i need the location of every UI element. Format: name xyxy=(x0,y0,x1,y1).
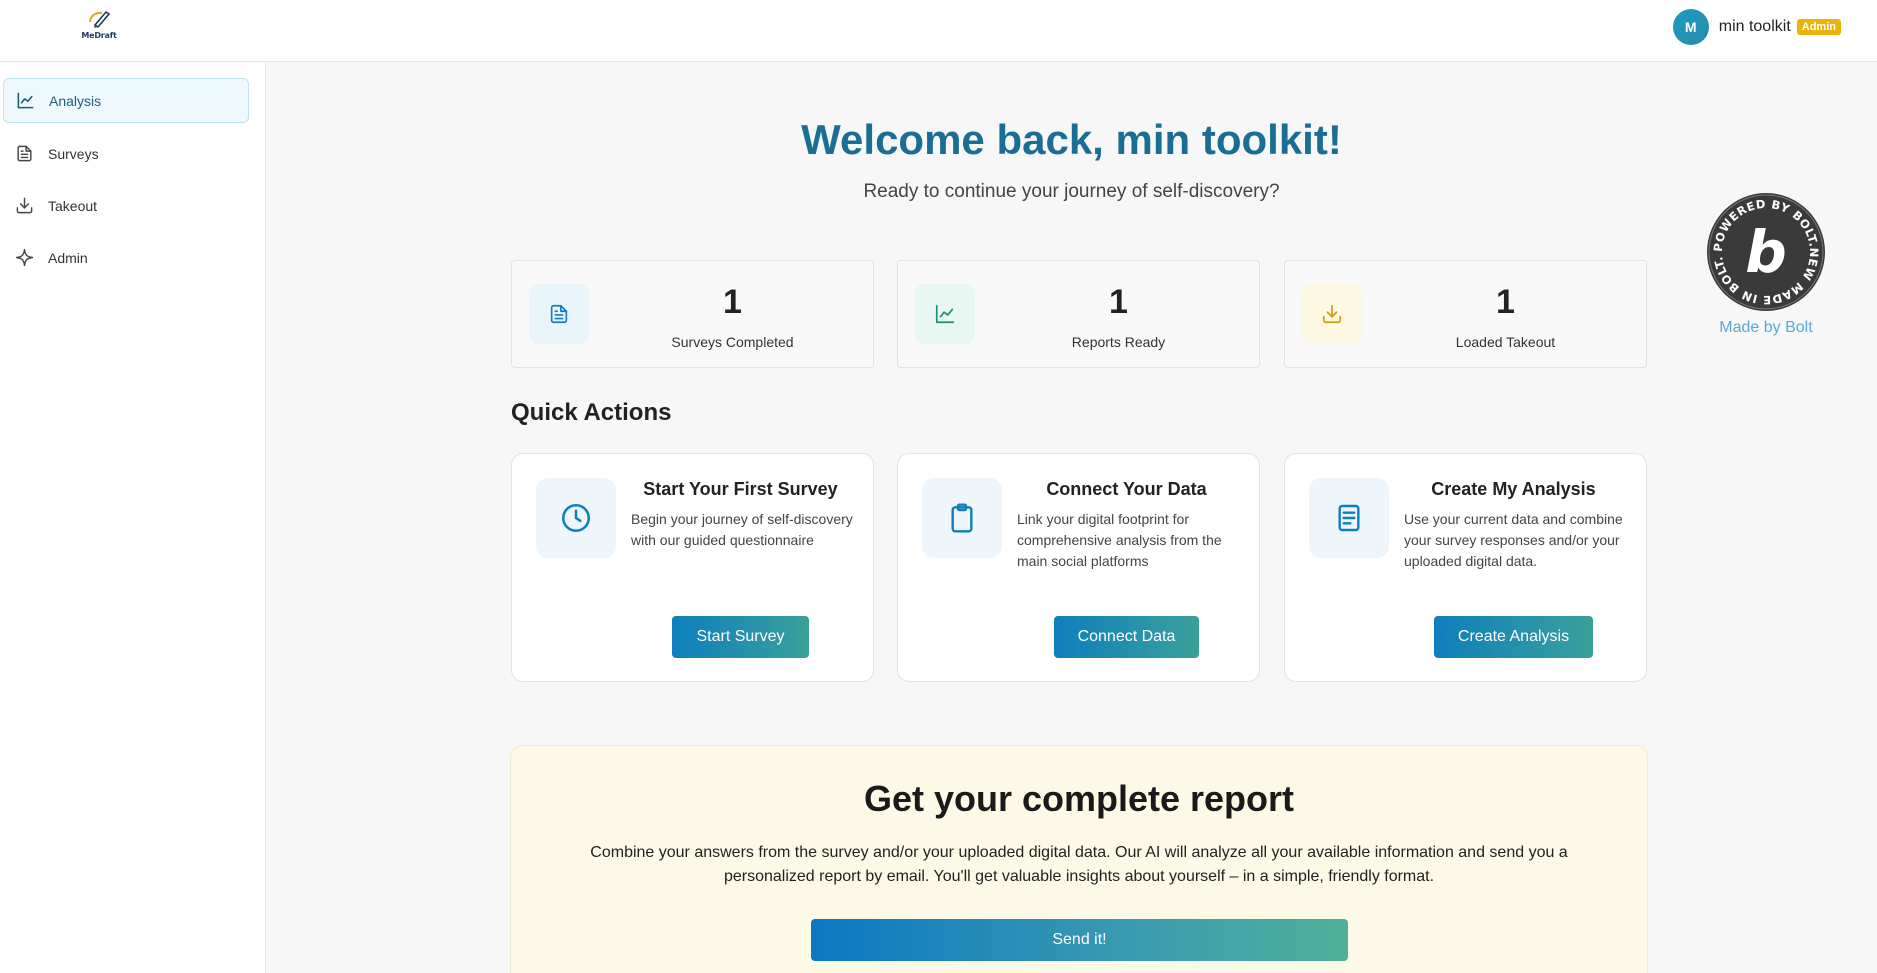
stat-card-surveys: 1 Surveys Completed xyxy=(511,260,874,368)
report-section: Get your complete report Combine your an… xyxy=(510,745,1648,973)
document-icon xyxy=(550,304,568,324)
qa-icon-container xyxy=(922,478,1002,558)
qa-description: Use your current data and combine your s… xyxy=(1404,511,1623,569)
qa-icon-container xyxy=(1309,478,1389,558)
report-title: Get your complete report xyxy=(863,778,1295,819)
stat-icon-container xyxy=(915,284,975,344)
sidebar-item-label: Analysis xyxy=(49,92,102,109)
sidebar-item-label: Surveys xyxy=(48,145,99,162)
sidebar-item-surveys[interactable]: Surveys xyxy=(3,131,249,176)
app-logo[interactable]: MeDraft xyxy=(80,8,118,44)
create-analysis-button[interactable]: Create Analysis xyxy=(1434,616,1593,658)
chart-line-icon xyxy=(17,92,34,109)
avatar[interactable]: M xyxy=(1672,9,1709,45)
notes-icon xyxy=(1338,504,1360,532)
quick-action-card-survey: Start Your First Survey Begin your journ… xyxy=(511,453,874,682)
qa-title: Start Your First Survey xyxy=(643,479,838,499)
sidebar-item-admin[interactable]: Admin xyxy=(3,235,249,280)
page-subtitle: Ready to continue your journey of self-d… xyxy=(863,181,1280,202)
sidebar-item-label: Admin xyxy=(48,249,88,266)
stat-value: 1 xyxy=(1109,283,1128,321)
qa-title: Create My Analysis xyxy=(1431,479,1596,499)
clock-icon xyxy=(561,503,591,533)
document-icon xyxy=(17,145,32,162)
quick-action-card-analysis: Create My Analysis Use your current data… xyxy=(1284,453,1647,682)
logo-text: MeDraft xyxy=(81,31,117,40)
chart-line-icon xyxy=(935,304,955,324)
send-report-button[interactable]: Send it! xyxy=(811,919,1348,961)
bolt-caption[interactable]: Made by Bolt xyxy=(1706,319,1826,337)
quick-action-card-connect: Connect Your Data Link your digital foot… xyxy=(897,453,1260,682)
user-menu[interactable]: M min toolkit Admin xyxy=(1672,9,1841,45)
stat-icon-container xyxy=(1302,284,1362,344)
sidebar: Analysis Surveys Takeout Admin xyxy=(0,62,266,973)
clipboard-icon xyxy=(951,503,973,533)
stat-card-reports: 1 Reports Ready xyxy=(897,260,1260,368)
top-header: MeDraft M min toolkit Admin xyxy=(0,0,1877,62)
stat-value: 1 xyxy=(723,283,742,321)
sidebar-item-analysis[interactable]: Analysis xyxy=(3,78,249,123)
qa-description: Begin your journey of self-discovery wit… xyxy=(631,511,853,548)
stat-label: Reports Ready xyxy=(1071,334,1166,350)
report-description: Combine your answers from the survey and… xyxy=(590,844,1568,885)
connect-data-button[interactable]: Connect Data xyxy=(1054,616,1199,658)
page-title: Welcome back, min toolkit! xyxy=(801,116,1342,163)
download-icon xyxy=(16,197,33,214)
download-icon xyxy=(1322,304,1342,324)
stat-icon-container xyxy=(529,284,589,344)
stat-label: Loaded Takeout xyxy=(1455,334,1556,350)
logo-pen-icon xyxy=(89,10,111,29)
user-name: min toolkit xyxy=(1718,18,1791,35)
qa-title: Connect Your Data xyxy=(1046,479,1207,499)
start-survey-button[interactable]: Start Survey xyxy=(672,616,809,658)
sidebar-item-takeout[interactable]: Takeout xyxy=(3,183,249,228)
stat-card-takeout: 1 Loaded Takeout xyxy=(1284,260,1647,368)
qa-description: Link your digital footprint for comprehe… xyxy=(1017,511,1222,569)
sparkle-icon xyxy=(15,248,34,267)
sidebar-item-label: Takeout xyxy=(48,197,98,214)
stat-label: Surveys Completed xyxy=(671,334,794,350)
role-badge: Admin xyxy=(1796,19,1841,35)
section-title-quick-actions: Quick Actions xyxy=(511,399,672,426)
bolt-badge-icon[interactable]: POWERED BY BOLT.NEW MADE IN BOLT.NEW b xyxy=(1706,192,1826,312)
svg-text:b: b xyxy=(1745,218,1787,286)
stat-value: 1 xyxy=(1496,283,1515,321)
qa-icon-container xyxy=(536,478,616,558)
